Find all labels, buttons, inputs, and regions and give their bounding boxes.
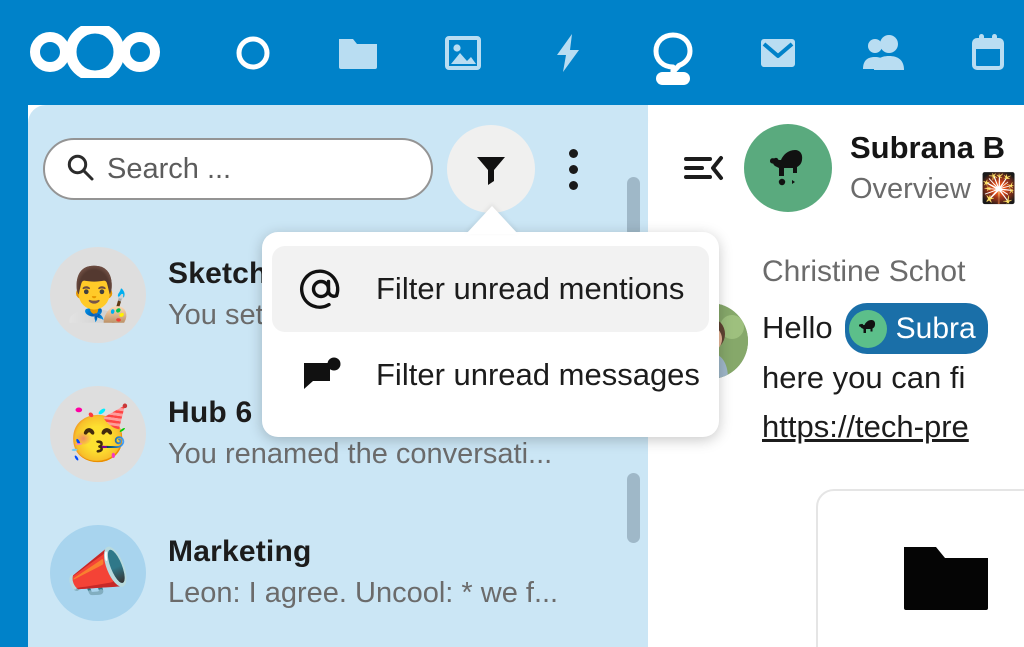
- contacts-icon: [862, 34, 904, 70]
- menu-item-label: Filter unread messages: [376, 357, 700, 392]
- at-mention-icon: [298, 266, 344, 312]
- room-meta: Subrana B Overview 🎇: [850, 130, 1017, 206]
- conversation-preview: Leon: I agree. Uncool: * we f...: [168, 577, 559, 609]
- folder-icon: [904, 547, 988, 610]
- top-navigation-bar: [0, 0, 1024, 105]
- conversation-title: Marketing: [168, 535, 312, 568]
- popup-pointer-arrow: [466, 206, 518, 234]
- collapse-sidebar-button[interactable]: [676, 141, 730, 195]
- sidebar-search-row: [43, 125, 643, 213]
- mention-avatar-icon: [848, 309, 887, 348]
- sidebar-scrollbar-thumb-top[interactable]: [627, 177, 640, 237]
- circle-icon: [236, 36, 269, 69]
- greeting-text: Hello: [762, 310, 833, 346]
- conversation-text: Sketch You set: [168, 257, 268, 332]
- nav-item-dashboard[interactable]: [200, 0, 305, 105]
- sidebar-more-options-button[interactable]: [545, 134, 601, 204]
- photos-icon: [444, 35, 481, 70]
- conversation-avatar: 🥳: [50, 385, 146, 482]
- kebab-menu-icon: [568, 164, 578, 174]
- active-app-indicator: [655, 72, 690, 85]
- mail-icon: [760, 38, 795, 67]
- dinosaur-avatar-icon: [770, 150, 803, 186]
- nextcloud-logo[interactable]: [28, 22, 163, 82]
- list-item[interactable]: 📣 Marketing Leon: I agree. Uncool: * we …: [28, 503, 648, 642]
- menu-item-label: Filter unread mentions: [376, 271, 685, 306]
- conversation-preview: You set: [168, 299, 264, 331]
- filter-dropdown-menu: Filter unread mentions Filter unread mes…: [262, 232, 719, 437]
- nav-item-talk[interactable]: [620, 0, 725, 105]
- collapse-sidebar-icon: [684, 156, 723, 180]
- nav-item-files[interactable]: [305, 0, 410, 105]
- lightning-icon: [556, 33, 579, 72]
- kebab-menu-icon: [568, 180, 578, 190]
- mention-label: Subra: [895, 312, 976, 345]
- nav-item-photos[interactable]: [410, 0, 515, 105]
- unread-message-icon: [298, 352, 344, 398]
- nav-item-mail[interactable]: [725, 0, 830, 105]
- conversation-avatar: 📣: [50, 524, 146, 621]
- room-subtitle: Overview: [850, 172, 971, 205]
- menu-item-filter-unread-mentions[interactable]: Filter unread mentions: [272, 246, 709, 332]
- kebab-menu-icon: [568, 148, 578, 158]
- file-attachment-card[interactable]: [816, 489, 1024, 647]
- menu-item-filter-unread-messages[interactable]: Filter unread messages: [272, 332, 709, 418]
- nav-item-activity[interactable]: [515, 0, 620, 105]
- message-author: Christine Schot: [762, 255, 966, 288]
- conversation-text: Marketing Leon: I agree. Uncool: * we f.…: [168, 535, 558, 610]
- filter-conversations-button[interactable]: [447, 125, 535, 213]
- room-avatar[interactable]: [744, 124, 832, 212]
- folder-icon: [338, 38, 377, 69]
- message-line-2: here you can fi: [762, 360, 966, 396]
- room-title: Subrana B: [850, 130, 1006, 165]
- search-icon: [65, 152, 95, 187]
- conversation-preview: You renamed the conversati...: [168, 438, 553, 470]
- conversation-title: Sketch: [168, 257, 268, 290]
- message-body: Hello Subra here you can fi https://tech…: [762, 303, 1024, 452]
- nav-icon-group: [200, 0, 1024, 105]
- calendar-icon: [971, 33, 1004, 70]
- nextcloud-talk-app: Subrana B Overview 🎇 Christine Schot Hel…: [0, 0, 1024, 647]
- sparkler-emoji-icon: 🎇: [980, 173, 1017, 205]
- filter-funnel-icon: [477, 157, 505, 185]
- left-blue-gutter: [0, 105, 28, 647]
- talk-bubble-icon: [653, 32, 692, 74]
- sidebar-scrollbar-thumb[interactable]: [627, 473, 640, 543]
- nav-item-contacts[interactable]: [830, 0, 935, 105]
- search-input[interactable]: [107, 152, 407, 186]
- nav-item-calendar[interactable]: [935, 0, 1024, 105]
- conversation-header: Subrana B Overview 🎇: [648, 105, 1024, 231]
- room-subtitle-row: Overview 🎇: [850, 172, 1017, 206]
- search-box[interactable]: [43, 138, 433, 200]
- conversation-avatar: 👨‍🎨: [50, 246, 146, 343]
- message-line-greeting: Hello Subra: [762, 303, 1024, 355]
- message-link[interactable]: https://tech-pre: [762, 403, 1024, 452]
- mention-chip[interactable]: Subra: [844, 303, 988, 355]
